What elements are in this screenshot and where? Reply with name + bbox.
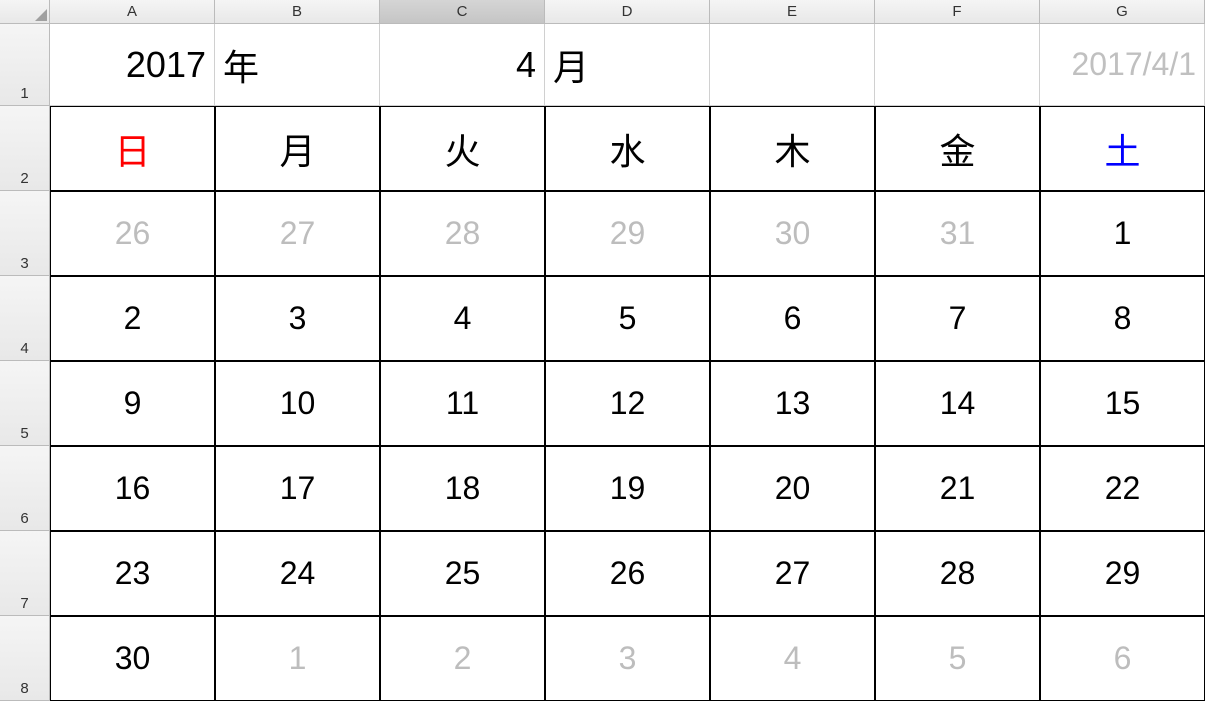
cell-d1-month-label[interactable]: 月 <box>545 24 710 106</box>
cell-c6[interactable]: 18 <box>380 446 545 531</box>
select-all-corner[interactable] <box>0 0 50 24</box>
cell-a6[interactable]: 16 <box>50 446 215 531</box>
cell-f1[interactable] <box>875 24 1040 106</box>
cell-a7[interactable]: 23 <box>50 531 215 616</box>
cell-c8[interactable]: 2 <box>380 616 545 701</box>
cell-g2-day-sat[interactable]: 土 <box>1040 106 1205 191</box>
cell-g1-helper-date[interactable]: 2017/4/1 <box>1040 24 1205 106</box>
cell-g3[interactable]: 1 <box>1040 191 1205 276</box>
cell-f2-day-fri[interactable]: 金 <box>875 106 1040 191</box>
cell-b5[interactable]: 10 <box>215 361 380 446</box>
cell-b2-day-mon[interactable]: 月 <box>215 106 380 191</box>
cell-b4[interactable]: 3 <box>215 276 380 361</box>
cell-d2-day-wed[interactable]: 水 <box>545 106 710 191</box>
cell-a8[interactable]: 30 <box>50 616 215 701</box>
cell-f3[interactable]: 31 <box>875 191 1040 276</box>
cell-d8[interactable]: 3 <box>545 616 710 701</box>
row-header-4[interactable]: 4 <box>0 276 50 361</box>
cell-g5[interactable]: 15 <box>1040 361 1205 446</box>
cell-f4[interactable]: 7 <box>875 276 1040 361</box>
cell-d7[interactable]: 26 <box>545 531 710 616</box>
cell-e7[interactable]: 27 <box>710 531 875 616</box>
cell-b7[interactable]: 24 <box>215 531 380 616</box>
cell-c7[interactable]: 25 <box>380 531 545 616</box>
row-header-1[interactable]: 1 <box>0 24 50 106</box>
cell-e3[interactable]: 30 <box>710 191 875 276</box>
col-header-b[interactable]: B <box>215 0 380 24</box>
col-header-f[interactable]: F <box>875 0 1040 24</box>
cell-d6[interactable]: 19 <box>545 446 710 531</box>
cell-g4[interactable]: 8 <box>1040 276 1205 361</box>
col-header-a[interactable]: A <box>50 0 215 24</box>
row-header-5[interactable]: 5 <box>0 361 50 446</box>
row-header-2[interactable]: 2 <box>0 106 50 191</box>
cell-d5[interactable]: 12 <box>545 361 710 446</box>
cell-f6[interactable]: 21 <box>875 446 1040 531</box>
cell-b8[interactable]: 1 <box>215 616 380 701</box>
cell-f8[interactable]: 5 <box>875 616 1040 701</box>
cell-a1-year-value[interactable]: 2017 <box>50 24 215 106</box>
cell-c3[interactable]: 28 <box>380 191 545 276</box>
cell-g8[interactable]: 6 <box>1040 616 1205 701</box>
cell-b3[interactable]: 27 <box>215 191 380 276</box>
cell-e8[interactable]: 4 <box>710 616 875 701</box>
cell-a2-day-sun[interactable]: 日 <box>50 106 215 191</box>
cell-a4[interactable]: 2 <box>50 276 215 361</box>
spreadsheet-grid: A B C D E F G 1 2017 年 4 月 2017/4/1 2 日 … <box>0 0 1208 701</box>
cell-d4[interactable]: 5 <box>545 276 710 361</box>
cell-b6[interactable]: 17 <box>215 446 380 531</box>
cell-c2-day-tue[interactable]: 火 <box>380 106 545 191</box>
row-header-6[interactable]: 6 <box>0 446 50 531</box>
cell-c5[interactable]: 11 <box>380 361 545 446</box>
cell-g6[interactable]: 22 <box>1040 446 1205 531</box>
row-header-8[interactable]: 8 <box>0 616 50 701</box>
col-header-c[interactable]: C <box>380 0 545 24</box>
cell-e2-day-thu[interactable]: 木 <box>710 106 875 191</box>
cell-a5[interactable]: 9 <box>50 361 215 446</box>
row-header-3[interactable]: 3 <box>0 191 50 276</box>
cell-b1-year-label[interactable]: 年 <box>215 24 380 106</box>
cell-e6[interactable]: 20 <box>710 446 875 531</box>
cell-d3[interactable]: 29 <box>545 191 710 276</box>
cell-e5[interactable]: 13 <box>710 361 875 446</box>
cell-e4[interactable]: 6 <box>710 276 875 361</box>
cell-c1-month-value[interactable]: 4 <box>380 24 545 106</box>
col-header-g[interactable]: G <box>1040 0 1205 24</box>
cell-g7[interactable]: 29 <box>1040 531 1205 616</box>
row-header-7[interactable]: 7 <box>0 531 50 616</box>
cell-f7[interactable]: 28 <box>875 531 1040 616</box>
col-header-e[interactable]: E <box>710 0 875 24</box>
col-header-d[interactable]: D <box>545 0 710 24</box>
cell-c4[interactable]: 4 <box>380 276 545 361</box>
cell-e1[interactable] <box>710 24 875 106</box>
cell-a3[interactable]: 26 <box>50 191 215 276</box>
cell-f5[interactable]: 14 <box>875 361 1040 446</box>
